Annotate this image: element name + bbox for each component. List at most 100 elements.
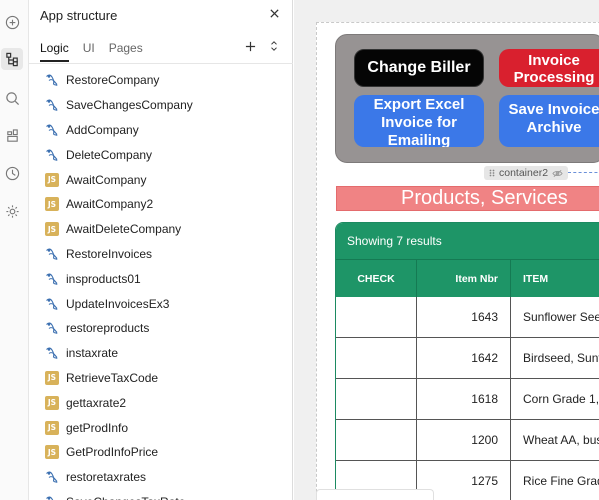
history-icon[interactable] <box>1 162 23 184</box>
tree-item-label: AwaitCompany2 <box>66 197 154 212</box>
cell-item-nbr: 1200 <box>417 420 511 460</box>
tree-item[interactable]: SaveChangesTaxRate <box>45 490 275 500</box>
cell-item-nbr: 1618 <box>417 379 511 419</box>
cell-check[interactable] <box>336 338 417 378</box>
tree-item-label: GetProdInfoPrice <box>66 445 159 460</box>
left-rail <box>0 0 29 500</box>
query-icon <box>45 148 59 162</box>
tree-item-label: SaveChangesTaxRate <box>66 495 185 500</box>
tree-item[interactable]: UpdateInvoicesEx3 <box>45 291 275 316</box>
query-icon <box>45 297 59 311</box>
tree-item-label: UpdateInvoicesEx3 <box>66 296 170 311</box>
tree-item[interactable]: RestoreInvoices <box>45 242 275 267</box>
cell-item: Sunflower Seeds <box>523 310 599 324</box>
drag-handle-icon[interactable] <box>489 169 495 177</box>
table-summary: Showing 7 results <box>336 223 599 259</box>
search-icon[interactable] <box>1 87 23 109</box>
tree-item-label: instaxrate <box>66 346 119 361</box>
cell-item: Wheat AA, bushel <box>523 433 599 447</box>
query-icon <box>45 247 59 261</box>
tree-item-label: RestoreCompany <box>66 73 160 88</box>
tree-item[interactable]: insproducts01 <box>45 266 275 291</box>
tree-item[interactable]: restoreproducts <box>45 316 275 341</box>
tree-item[interactable]: AddCompany <box>45 118 275 143</box>
tree-item[interactable]: JS AwaitCompany <box>45 167 275 192</box>
expand-collapse-icon[interactable] <box>268 40 280 52</box>
tree-item-label: RestoreInvoices <box>66 246 153 261</box>
cell-check[interactable] <box>336 297 417 337</box>
tab-pages[interactable]: Pages <box>109 40 143 60</box>
cell-item: Corn Grade 1, bushel <box>523 392 599 406</box>
selection-line <box>568 172 599 173</box>
column-header-item[interactable]: ITEM <box>511 260 599 298</box>
panel-title: App structure <box>40 8 118 23</box>
panel-tabs: Logic UI Pages <box>40 40 143 62</box>
tree-item-label: restoreproducts <box>66 321 150 336</box>
table-row[interactable]: 1642 Birdseed, Sunflower <box>336 338 599 379</box>
table-row[interactable]: 1643 Sunflower Seeds <box>336 297 599 338</box>
column-header-item-nbr[interactable]: Item Nbr <box>417 260 511 298</box>
container-name: container2 <box>499 167 549 179</box>
js-file-icon: JS <box>45 172 59 187</box>
table-row[interactable]: 1200 Wheat AA, bushel <box>336 420 599 461</box>
js-file-icon: JS <box>45 222 59 237</box>
tree-item-label: insproducts01 <box>66 271 141 286</box>
tree-item[interactable]: JS GetProdInfoPrice <box>45 440 275 465</box>
tab-logic[interactable]: Logic <box>40 40 69 62</box>
bottom-toolbar-stub <box>316 489 434 500</box>
tree-item[interactable]: JS RetrieveTaxCode <box>45 366 275 391</box>
tree-item-label: getProdInfo <box>66 420 129 435</box>
tree-item-label: restoretaxrates <box>66 470 147 485</box>
js-file-icon: JS <box>45 420 59 435</box>
divider <box>29 63 293 64</box>
tree-item[interactable]: restoretaxrates <box>45 465 275 490</box>
query-icon <box>45 98 59 112</box>
save-invoice-archive-button[interactable]: Save Invoice Archive <box>499 95 599 147</box>
js-file-icon: JS <box>45 445 59 460</box>
container-name-tag[interactable]: container2 <box>484 166 569 180</box>
query-icon <box>45 495 59 500</box>
tree-item-label: AwaitDeleteCompany <box>66 222 182 237</box>
components-icon[interactable] <box>1 124 23 146</box>
tree-item-label: RetrieveTaxCode <box>66 370 159 385</box>
cell-check[interactable] <box>336 379 417 419</box>
products-table[interactable]: Showing 7 results CHECK Item Nbr ITEM 16… <box>335 222 599 500</box>
column-header-check[interactable]: CHECK <box>336 260 417 298</box>
tree-item[interactable]: JS AwaitDeleteCompany <box>45 217 275 242</box>
query-icon <box>45 346 59 360</box>
cell-item: Birdseed, Sunflower <box>523 351 599 365</box>
tree-item-label: SaveChangesCompany <box>66 98 193 113</box>
settings-gear-icon[interactable] <box>1 200 23 222</box>
tree-item[interactable]: JS getProdInfo <box>45 415 275 440</box>
cell-item-nbr: 1643 <box>417 297 511 337</box>
query-icon <box>45 470 59 484</box>
change-biller-button[interactable]: Change Biller <box>354 49 484 87</box>
logic-tree: RestoreCompany SaveChangesCompany AddCompa… <box>45 68 275 500</box>
tab-ui[interactable]: UI <box>83 40 95 60</box>
table-row[interactable]: 1618 Corn Grade 1, bushel <box>336 379 599 420</box>
cell-check[interactable] <box>336 420 417 460</box>
tree-item[interactable]: DeleteCompany <box>45 142 275 167</box>
tree-item-label: AddCompany <box>66 122 139 137</box>
export-excel-button[interactable]: Export Excel Invoice for Emailing <box>354 95 484 147</box>
table-header: CHECK Item Nbr ITEM <box>336 259 599 298</box>
tree-item[interactable]: instaxrate <box>45 341 275 366</box>
tree-item[interactable]: SaveChangesCompany <box>45 93 275 118</box>
tree-item[interactable]: JS AwaitCompany2 <box>45 192 275 217</box>
tree-structure-icon[interactable] <box>1 48 23 70</box>
tree-item[interactable]: RestoreCompany <box>45 68 275 93</box>
tree-item-label: AwaitCompany <box>66 172 147 187</box>
cell-item-nbr: 1642 <box>417 338 511 378</box>
hidden-eye-icon[interactable] <box>552 169 563 178</box>
invoice-processing-button[interactable]: Invoice Processing <box>499 49 599 87</box>
js-file-icon: JS <box>45 395 59 410</box>
tree-item[interactable]: JS gettaxrate2 <box>45 390 275 415</box>
plus-icon[interactable] <box>244 40 256 52</box>
add-icon[interactable] <box>1 11 23 33</box>
js-file-icon: JS <box>45 370 59 385</box>
app-structure-panel: App structure Logic UI Pages RestoreComp… <box>29 0 317 500</box>
query-icon <box>45 123 59 137</box>
tree-item-label: DeleteCompany <box>66 147 153 162</box>
close-icon[interactable] <box>267 6 281 20</box>
products-heading: Products, Services <box>336 186 599 211</box>
